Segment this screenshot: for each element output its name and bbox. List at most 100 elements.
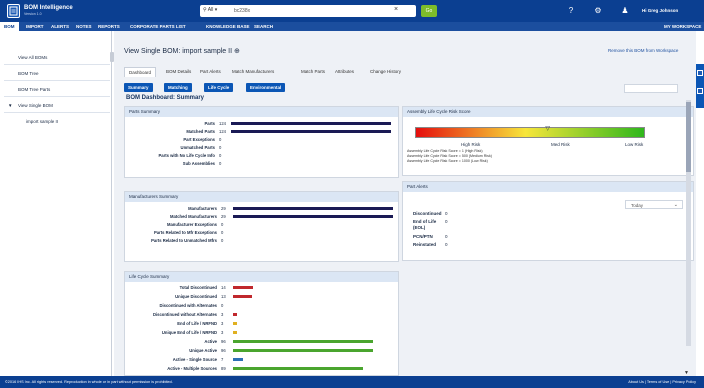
sidebar-item-bom-tree[interactable]: BOM Tree [4, 67, 110, 81]
tab-dashboard[interactable]: Dashboard [124, 67, 157, 77]
scrollbar-thumb[interactable] [686, 102, 691, 172]
view-select[interactable] [624, 84, 678, 93]
metric-value[interactable]: 124 [219, 129, 226, 134]
app-logo-icon[interactable] [7, 4, 20, 18]
nav-my-workspace[interactable]: MY WORKSPACE [664, 24, 701, 29]
nav-item-notes[interactable]: NOTES [76, 24, 92, 29]
metric-value[interactable]: 0 [221, 230, 223, 235]
metric-row: Unique Active 96 [125, 348, 395, 354]
alert-value[interactable]: 0 [445, 211, 448, 216]
metric-label: Unique End of Life / NRFND [161, 330, 217, 335]
search-go-button[interactable]: Go [421, 5, 437, 17]
nav-item-alerts[interactable]: ALERTS [51, 24, 69, 29]
clear-search-icon[interactable]: × [394, 6, 398, 13]
search-scope-select[interactable]: ⚲ All ▾ [203, 7, 217, 13]
metric-value[interactable]: 89 [221, 366, 226, 371]
tab-match-parts[interactable]: Match Parts [297, 67, 329, 77]
metric-value[interactable]: 0 [219, 137, 221, 142]
metric-row: Parts 124 [125, 121, 395, 127]
metric-value[interactable]: 96 [221, 339, 226, 344]
metric-label: Parts Related to Unmatched Mfrs [151, 238, 217, 243]
metric-value[interactable]: 0 [221, 222, 223, 227]
nav-item-corporate-parts-list[interactable]: CORPORATE PARTS LIST [130, 24, 186, 29]
content-scrollbar[interactable] [686, 100, 691, 346]
metric-bar [233, 358, 244, 361]
metric-row: Discontinued with Alternates 0 [125, 303, 395, 309]
alert-value[interactable]: 0 [445, 219, 448, 224]
nav-item-knowledge-base[interactable]: KNOWLEDGE BASE [206, 24, 250, 29]
metric-value[interactable]: 29 [221, 214, 226, 219]
alert-value[interactable]: 0 [445, 234, 448, 239]
metric-row: Parts Related to Unmatched Mfrs 0 [125, 238, 395, 244]
footer-links[interactable]: About Us | Terms of Use | Privacy Policy [628, 380, 696, 384]
metric-row: Parts with No Life Cycle Info 0 [125, 153, 395, 159]
metric-label: Discontinued with Alternates [159, 303, 217, 308]
help-icon[interactable]: ? [566, 6, 576, 16]
remove-bom-link[interactable]: Remove this BOM from Workspace [608, 48, 678, 53]
main-content: View Single BOM: import sample II ⊕ Remo… [114, 31, 696, 376]
metric-bar [233, 340, 373, 343]
alert-value[interactable]: 0 [445, 242, 448, 247]
subtab-summary[interactable]: Summary [124, 83, 153, 92]
metric-label: Active - Multiple Sources [167, 366, 217, 371]
metric-row: Total Discontinued 14 [125, 285, 395, 291]
risk-note: Assembly Life Cycle Risk Score = 1 (High… [407, 149, 483, 153]
alert-label: (EOL) [413, 225, 426, 230]
parts-summary-card: Parts Summary Parts 124 Matched Parts 124 Pa… [124, 106, 399, 178]
metric-row: Unmatched Parts 0 [125, 145, 395, 151]
tab-attributes[interactable]: Attributes [331, 67, 358, 77]
side-panel-icon[interactable] [697, 88, 703, 94]
nav-item-search[interactable]: SEARCH [254, 24, 273, 29]
settings-gear-icon[interactable]: ⚙ [593, 6, 603, 16]
nav-item-import[interactable]: IMPORT [26, 24, 44, 29]
tab-bom-details[interactable]: BOM Details [162, 67, 195, 77]
sidebar-item-view-all-boms[interactable]: View All BOMs [4, 51, 110, 65]
metric-value[interactable]: 0 [219, 145, 221, 150]
sidebar-item-label: import sample II [26, 119, 59, 124]
metric-label: Sub Assemblies [182, 161, 215, 166]
metric-value[interactable]: 3 [221, 330, 223, 335]
metric-value[interactable]: 3 [221, 321, 223, 326]
metric-value[interactable]: 0 [221, 238, 223, 243]
sidebar-item-label: View All BOMs [18, 55, 48, 60]
sidebar-item-label: BOM Tree [18, 71, 39, 76]
alerts-period-select[interactable]: Today ⌄ [625, 200, 683, 209]
metric-label: Unmatched Parts [180, 145, 215, 150]
metric-row: Matched Manufacturers 29 [125, 214, 395, 220]
right-edge-tabs [696, 64, 704, 108]
metric-row: Unique End of Life / NRFND 3 [125, 330, 395, 336]
tab-change-history[interactable]: Change History [366, 67, 405, 77]
search-input[interactable] [234, 6, 384, 16]
nav-item-bom[interactable]: BOM [0, 22, 19, 31]
metric-value[interactable]: 96 [221, 348, 226, 353]
metric-bar [233, 313, 238, 316]
sidebar-item-import-sample[interactable]: import sample II [4, 115, 110, 129]
user-greeting[interactable]: Hi Greg Johnson [642, 8, 678, 13]
alert-label: PCN/PTN [413, 234, 433, 239]
tab-match-manufacturers[interactable]: Match Manufacturers [228, 67, 278, 77]
metric-bar [233, 286, 254, 289]
metric-value[interactable]: 0 [221, 303, 223, 308]
metric-value[interactable]: 0 [219, 161, 221, 166]
nav-item-reports[interactable]: REPORTS [98, 24, 120, 29]
side-panel-icon[interactable] [697, 70, 703, 76]
sidebar-item-view-single-bom[interactable]: ▼ View Single BOM [4, 99, 110, 113]
metric-value[interactable]: 29 [221, 206, 226, 211]
card-header: Part Alerts [403, 182, 693, 192]
metric-value[interactable]: 0 [219, 153, 221, 158]
metric-value[interactable]: 3 [221, 312, 223, 317]
metric-value[interactable]: 7 [221, 357, 223, 362]
metric-value[interactable]: 14 [221, 285, 226, 290]
subtab-environmental[interactable]: Environmental [246, 83, 286, 92]
search-box: ⚲ All ▾ × [200, 5, 416, 17]
subtab-life-cycle[interactable]: Life Cycle [204, 83, 234, 92]
sidebar-item-bom-tree-parts[interactable]: BOM Tree Parts [4, 83, 110, 97]
subtab-matching[interactable]: Matching [164, 83, 192, 92]
metric-value[interactable]: 13 [221, 294, 226, 299]
main-nav: BOM IMPORT ALERTS NOTES REPORTS CORPORAT… [0, 22, 704, 31]
metric-label: Unique Active [189, 348, 217, 353]
user-icon[interactable]: ♟ [620, 6, 630, 16]
tab-part-alerts[interactable]: Part Alerts [196, 67, 225, 77]
metric-value[interactable]: 124 [219, 121, 226, 126]
metric-label: Active [204, 339, 217, 344]
